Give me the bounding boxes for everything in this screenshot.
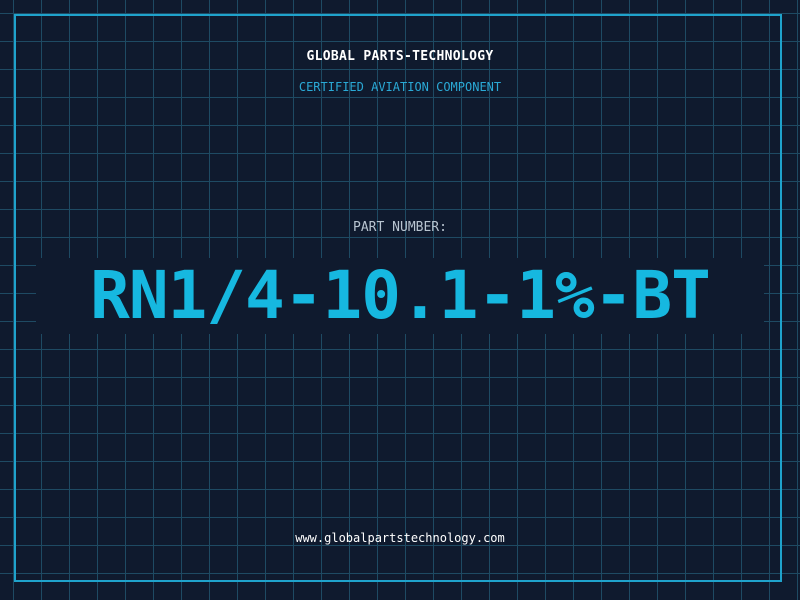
- certification-tagline: CERTIFIED AVIATION COMPONENT: [298, 80, 502, 94]
- part-card: GLOBAL PARTS-TECHNOLOGY CERTIFIED AVIATI…: [0, 0, 800, 600]
- company-name: GLOBAL PARTS-TECHNOLOGY: [306, 49, 494, 64]
- part-number-value: RN1/4-10.1-1%-BT: [90, 257, 711, 334]
- part-number-label: PART NUMBER:: [353, 220, 447, 235]
- website-url: www.globalpartstechnology.com: [295, 531, 505, 545]
